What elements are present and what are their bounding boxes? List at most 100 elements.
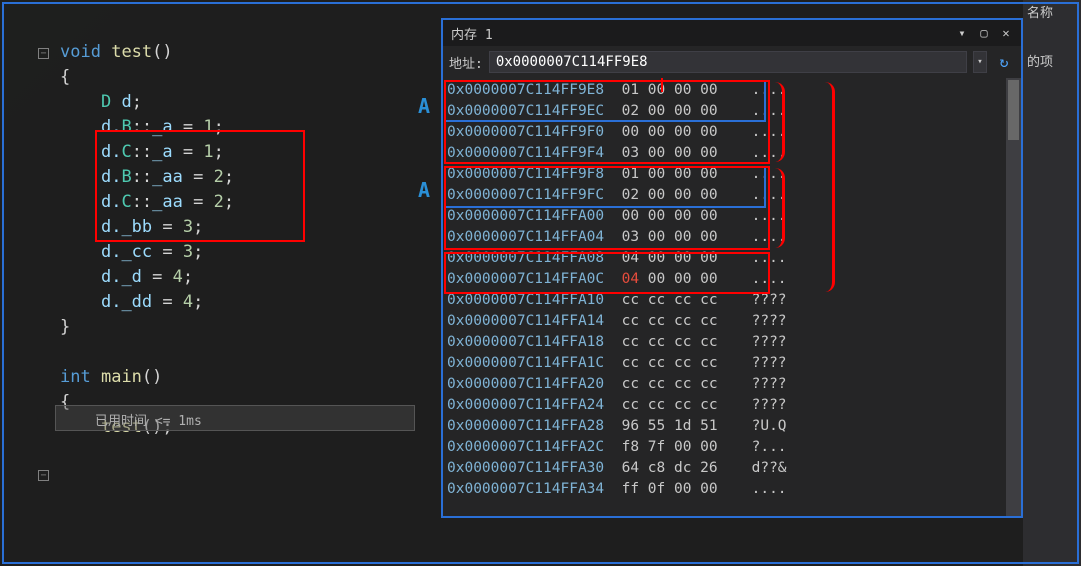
memory-row[interactable]: 0x0000007C114FF9EC 02 00 00 00 .... xyxy=(447,101,1021,122)
memory-ascii: .... xyxy=(752,248,787,269)
memory-address: 0x0000007C114FF9F4 xyxy=(447,143,622,164)
memory-bytes: 02 00 00 00 xyxy=(622,185,752,206)
memory-address: 0x0000007C114FFA24 xyxy=(447,395,622,416)
memory-address: 0x0000007C114FFA00 xyxy=(447,206,622,227)
memory-address: 0x0000007C114FFA28 xyxy=(447,416,622,437)
annotation-letter-A: A xyxy=(418,178,430,202)
memory-row[interactable]: 0x0000007C114FFA18 cc cc cc cc ???? xyxy=(447,332,1021,353)
memory-window-title: 内存 1 xyxy=(451,24,493,43)
memory-hex-view[interactable]: 0x0000007C114FF9E8 01 00 00 00 ....0x000… xyxy=(443,78,1021,516)
code-line[interactable]: d._bb = 3; xyxy=(0,215,440,240)
window-maximize-icon[interactable]: ▢ xyxy=(977,26,991,40)
memory-address: 0x0000007C114FFA10 xyxy=(447,290,622,311)
code-line[interactable]: void test() xyxy=(0,40,440,65)
memory-bytes: cc cc cc cc xyxy=(622,353,752,374)
memory-row[interactable]: 0x0000007C114FFA08 04 00 00 00 .... xyxy=(447,248,1021,269)
memory-address: 0x0000007C114FFA34 xyxy=(447,479,622,500)
memory-row[interactable]: 0x0000007C114FFA24 cc cc cc cc ???? xyxy=(447,395,1021,416)
code-line[interactable]: } xyxy=(0,315,440,340)
memory-bytes: 01 00 00 00 xyxy=(622,164,752,185)
memory-address: 0x0000007C114FFA30 xyxy=(447,458,622,479)
code-line[interactable]: d.C::_aa = 2; xyxy=(0,190,440,215)
fold-toggle-icon[interactable]: − xyxy=(38,48,49,59)
annotation-letter-A: A xyxy=(418,94,430,118)
code-line[interactable]: int main() xyxy=(0,365,440,390)
memory-address: 0x0000007C114FF9F0 xyxy=(447,122,622,143)
memory-row[interactable]: 0x0000007C114FF9FC 02 00 00 00 .... xyxy=(447,185,1021,206)
code-line[interactable]: D d; xyxy=(0,90,440,115)
memory-bytes: 00 00 00 00 xyxy=(622,206,752,227)
memory-bytes: 01 00 00 00 xyxy=(622,80,752,101)
memory-address: 0x0000007C114FFA08 xyxy=(447,248,622,269)
memory-row[interactable]: 0x0000007C114FFA10 cc cc cc cc ???? xyxy=(447,290,1021,311)
memory-bytes: 04 00 00 00 xyxy=(622,269,752,290)
memory-ascii: .... xyxy=(752,479,787,500)
code-line[interactable]: d._cc = 3; xyxy=(0,240,440,265)
window-close-icon[interactable]: ✕ xyxy=(999,26,1013,40)
scrollbar-thumb[interactable] xyxy=(1008,80,1019,140)
memory-bytes: f8 7f 00 00 xyxy=(622,437,752,458)
memory-row[interactable]: 0x0000007C114FFA0C 04 00 00 00 .... xyxy=(447,269,1021,290)
memory-ascii: ?... xyxy=(752,437,787,458)
memory-row[interactable]: 0x0000007C114FFA04 03 00 00 00 .... xyxy=(447,227,1021,248)
memory-row[interactable]: 0x0000007C114FFA2C f8 7f 00 00 ?... xyxy=(447,437,1021,458)
memory-row[interactable]: 0x0000007C114FFA1C cc cc cc cc ???? xyxy=(447,353,1021,374)
code-line[interactable]: d._dd = 4; xyxy=(0,290,440,315)
address-label: 地址: xyxy=(449,53,483,72)
memory-window-titlebar[interactable]: 内存 1 ▾ ▢ ✕ xyxy=(443,20,1021,46)
code-line xyxy=(0,340,440,365)
code-line[interactable]: d.B::_aa = 2; xyxy=(0,165,440,190)
memory-address: 0x0000007C114FFA1C xyxy=(447,353,622,374)
memory-row[interactable]: 0x0000007C114FF9E8 01 00 00 00 .... xyxy=(447,80,1021,101)
brace-D xyxy=(823,82,835,292)
window-dropdown-icon[interactable]: ▾ xyxy=(955,26,969,40)
memory-bytes: 03 00 00 00 xyxy=(622,143,752,164)
memory-row[interactable]: 0x0000007C114FFA20 cc cc cc cc ???? xyxy=(447,374,1021,395)
refresh-icon[interactable]: ↻ xyxy=(993,51,1015,73)
memory-row[interactable]: 0x0000007C114FF9F0 00 00 00 00 .... xyxy=(447,122,1021,143)
code-line[interactable]: d.C::_a = 1; xyxy=(0,140,440,165)
memory-row[interactable]: 0x0000007C114FFA28 96 55 1d 51 ?U.Q xyxy=(447,416,1021,437)
code-line[interactable]: d.B::_a = 1; xyxy=(0,115,440,140)
memory-bytes: 64 c8 dc 26 xyxy=(622,458,752,479)
memory-bytes: 04 00 00 00 xyxy=(622,248,752,269)
memory-bytes: 96 55 1d 51 xyxy=(622,416,752,437)
code-editor[interactable]: − − void test() { D d; d.B::_a = 1; d.C:… xyxy=(0,0,440,566)
memory-ascii: ???? xyxy=(752,374,787,395)
memory-window[interactable]: 内存 1 ▾ ▢ ✕ 地址: ▾ ↻ 0x0000007C114FF9E8 01… xyxy=(441,18,1023,518)
memory-ascii: ???? xyxy=(752,395,787,416)
code-line[interactable]: { xyxy=(0,65,440,90)
memory-address: 0x0000007C114FFA20 xyxy=(447,374,622,395)
memory-row[interactable]: 0x0000007C114FFA14 cc cc cc cc ???? xyxy=(447,311,1021,332)
memory-bytes: 03 00 00 00 xyxy=(622,227,752,248)
memory-row[interactable]: 0x0000007C114FF9F8 01 00 00 00 .... xyxy=(447,164,1021,185)
debug-elapsed-time: 已用时间 <= 1ms xyxy=(95,410,202,429)
memory-ascii: d??& xyxy=(752,458,787,479)
brace-C xyxy=(775,168,785,248)
memory-row[interactable]: 0x0000007C114FF9F4 03 00 00 00 .... xyxy=(447,143,1021,164)
memory-ascii: ???? xyxy=(752,332,787,353)
address-dropdown-icon[interactable]: ▾ xyxy=(973,51,987,73)
memory-bytes: ff 0f 00 00 xyxy=(622,479,752,500)
memory-address: 0x0000007C114FF9F8 xyxy=(447,164,622,185)
memory-address: 0x0000007C114FF9E8 xyxy=(447,80,622,101)
memory-address: 0x0000007C114FFA04 xyxy=(447,227,622,248)
code-line[interactable]: d._d = 4; xyxy=(0,265,440,290)
memory-bytes: 02 00 00 00 xyxy=(622,101,752,122)
address-input[interactable] xyxy=(489,51,967,73)
memory-address: 0x0000007C114FFA0C xyxy=(447,269,622,290)
memory-bytes: cc cc cc cc xyxy=(622,395,752,416)
memory-ascii: ???? xyxy=(752,290,787,311)
memory-row[interactable]: 0x0000007C114FFA00 00 00 00 00 .... xyxy=(447,206,1021,227)
memory-ascii: ???? xyxy=(752,311,787,332)
memory-bytes: cc cc cc cc xyxy=(622,311,752,332)
memory-address: 0x0000007C114FF9FC xyxy=(447,185,622,206)
memory-address: 0x0000007C114FFA18 xyxy=(447,332,622,353)
memory-address-bar: 地址: ▾ ↻ xyxy=(443,46,1021,78)
scrollbar[interactable] xyxy=(1006,78,1021,516)
fold-toggle-icon[interactable]: − xyxy=(38,470,49,481)
memory-row[interactable]: 0x0000007C114FFA34 ff 0f 00 00 .... xyxy=(447,479,1021,500)
memory-address: 0x0000007C114FFA14 xyxy=(447,311,622,332)
memory-bytes: cc cc cc cc xyxy=(622,290,752,311)
memory-row[interactable]: 0x0000007C114FFA30 64 c8 dc 26 d??& xyxy=(447,458,1021,479)
